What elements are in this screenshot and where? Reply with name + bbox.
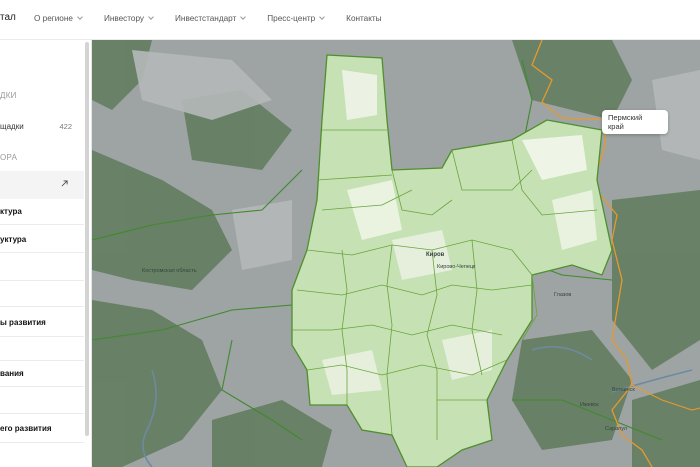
sites-count: 422: [59, 122, 72, 131]
main-menu: О регионе Инвестору Инвестстандарт Пресс…: [34, 14, 404, 23]
sidebar-item-2[interactable]: уктура: [0, 235, 84, 244]
chevron-down-icon: [148, 14, 154, 20]
nav-item-contacts[interactable]: Контакты: [346, 14, 381, 23]
city-label-kirovo-chepetsk[interactable]: Кирово-Чепецк: [437, 264, 475, 270]
divider: [0, 306, 84, 307]
sidebar-section-sites: ДКИ: [0, 91, 17, 100]
sidebar-item-label: щадки: [0, 122, 24, 131]
map-canvas: [92, 40, 700, 467]
chevron-down-icon: [319, 14, 326, 20]
nav-item-about-region[interactable]: О регионе: [34, 14, 83, 23]
divider: [0, 336, 84, 337]
sidebar-scrollbar[interactable]: [85, 42, 89, 436]
nav-label: О регионе: [34, 14, 73, 23]
tooltip-line-1: Пермский: [608, 113, 643, 122]
city-label-kirov[interactable]: Киров: [426, 252, 444, 258]
city-label-izhevsk[interactable]: Ижевск: [580, 402, 599, 408]
top-navigation: тал О регионе Инвестору Инвестстандарт П…: [0, 0, 700, 40]
region-label-kostroma: Костромская область: [142, 268, 197, 274]
nav-label: Инвестору: [103, 14, 145, 23]
map-view[interactable]: Пермский край Киров Кирово-Чепецк Глазов…: [92, 40, 700, 467]
divider: [0, 280, 84, 281]
nav-item-press-center[interactable]: Пресс-центр: [267, 14, 326, 23]
region-tooltip: Пермский край: [602, 110, 668, 134]
sidebar-item-1[interactable]: ктура: [0, 207, 84, 216]
city-label-votkinsk[interactable]: Воткинск: [612, 387, 635, 393]
divider: [0, 360, 84, 361]
sidebar-item-3[interactable]: ы развития: [0, 318, 84, 327]
tooltip-line-2: край: [608, 122, 624, 132]
chevron-down-icon: [240, 14, 247, 20]
divider: [0, 386, 84, 387]
arrow-up-right-icon: [61, 180, 68, 187]
page: тал О регионе Инвестору Инвестстандарт П…: [0, 0, 700, 467]
nav-item-investor[interactable]: Инвестору: [103, 14, 154, 23]
brand-fragment[interactable]: тал: [0, 12, 16, 23]
city-label-glazov[interactable]: Глазов: [554, 292, 571, 298]
sidebar-section-filters: ОРА: [0, 153, 18, 162]
nav-item-invest-standard[interactable]: Инвестстандарт: [175, 14, 247, 23]
sidebar-active-row[interactable]: [0, 171, 84, 199]
chevron-down-icon: [77, 14, 83, 20]
divider: [0, 413, 84, 414]
city-label-sarapul[interactable]: Сарапул: [605, 426, 627, 432]
divider: [0, 252, 84, 253]
nav-label: Контакты: [346, 14, 382, 23]
divider: [0, 442, 84, 443]
sidebar-item-sites[interactable]: щадки 422: [0, 122, 84, 131]
sidebar: ДКИ щадки 422 ОРА ктура уктура ы развити…: [0, 40, 92, 467]
nav-label: Пресс-центр: [267, 14, 316, 23]
nav-label: Инвестстандарт: [175, 14, 237, 23]
sidebar-item-5[interactable]: его развития: [0, 424, 84, 433]
sidebar-item-4[interactable]: вания: [0, 369, 84, 378]
divider: [0, 224, 84, 225]
